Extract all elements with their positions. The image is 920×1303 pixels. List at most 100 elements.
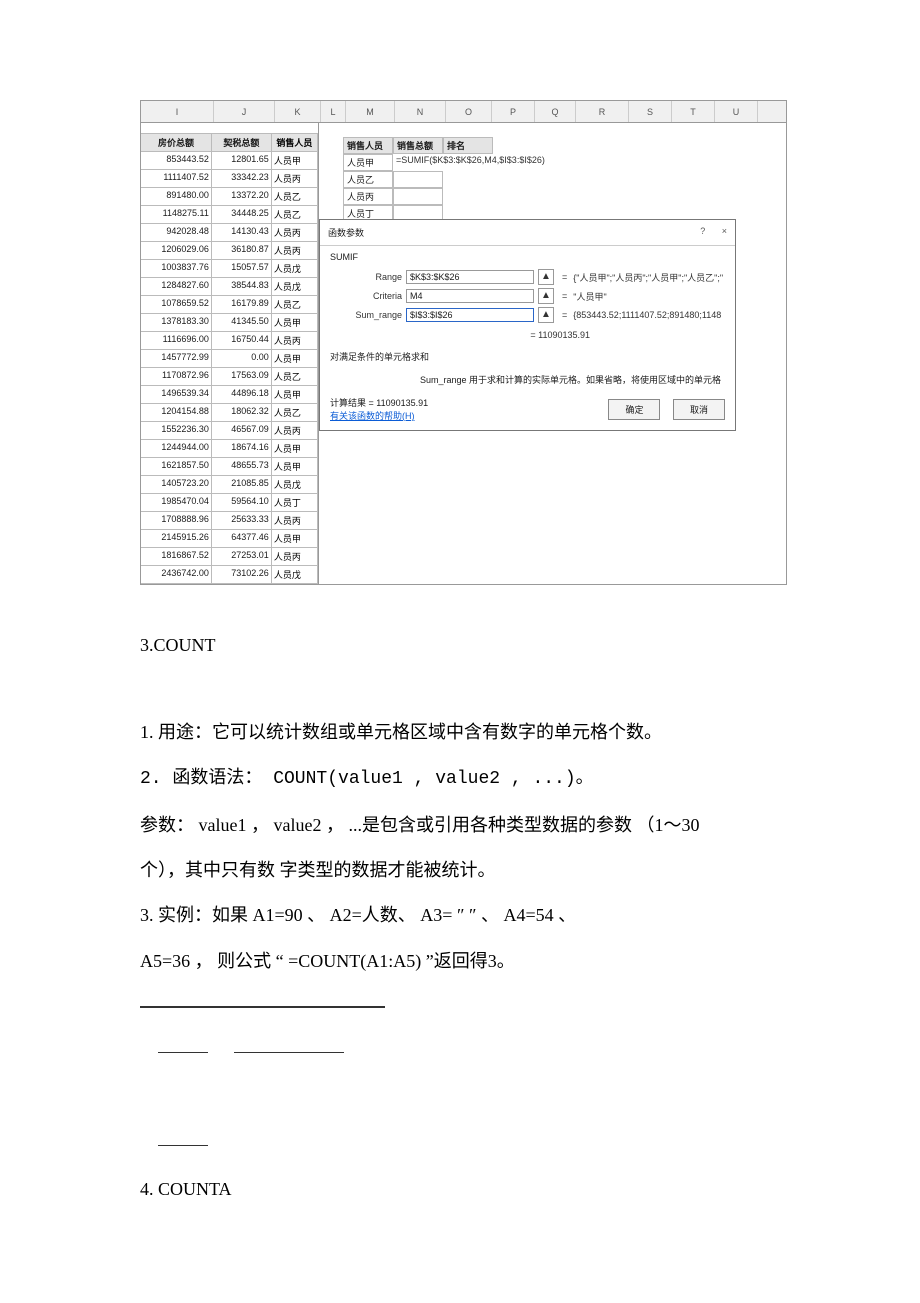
cell-tax[interactable]: 0.00	[212, 350, 272, 367]
field-label: Range	[330, 272, 402, 282]
field-label: Criteria	[330, 291, 402, 301]
cell-tax[interactable]: 18062.32	[212, 404, 272, 421]
cell-tax[interactable]: 16179.89	[212, 296, 272, 313]
cell-person[interactable]: 人员戊	[272, 566, 318, 583]
help-icon[interactable]: ?	[700, 226, 705, 236]
summary-cell[interactable]: 人员丙	[343, 188, 393, 205]
col-header: I	[141, 101, 214, 122]
cell-tax[interactable]: 27253.01	[212, 548, 272, 565]
cell-person[interactable]: 人员乙	[272, 188, 318, 205]
range-picker-icon[interactable]: ▲	[538, 288, 554, 304]
table-row: 2145915.2664377.46人员甲	[141, 530, 318, 548]
cell-person[interactable]: 人员丙	[272, 332, 318, 349]
cell-person[interactable]: 人员甲	[272, 530, 318, 547]
cell-amount[interactable]: 1621857.50	[141, 458, 212, 475]
cell-person[interactable]: 人员丙	[272, 422, 318, 439]
cell-person[interactable]: 人员乙	[272, 296, 318, 313]
col-header: U	[715, 101, 758, 122]
summary-cell[interactable]	[393, 171, 443, 188]
cell-tax[interactable]: 33342.23	[212, 170, 272, 187]
cell-person[interactable]: 人员乙	[272, 404, 318, 421]
cell-amount[interactable]: 1116696.00	[141, 332, 212, 349]
cell-tax[interactable]: 48655.73	[212, 458, 272, 475]
cell-tax[interactable]: 64377.46	[212, 530, 272, 547]
range-input[interactable]: $K$3:$K$26	[406, 270, 534, 284]
cell-amount[interactable]: 891480.00	[141, 188, 212, 205]
cell-amount[interactable]: 2145915.26	[141, 530, 212, 547]
ok-button[interactable]: 确定	[608, 399, 660, 420]
cell-person[interactable]: 人员戊	[272, 476, 318, 493]
cell-tax[interactable]: 46567.09	[212, 422, 272, 439]
cell-tax[interactable]: 18674.16	[212, 440, 272, 457]
cell-tax[interactable]: 34448.25	[212, 206, 272, 223]
col-header: N	[395, 101, 446, 122]
cell-amount[interactable]: 1244944.00	[141, 440, 212, 457]
cell-amount[interactable]: 1985470.04	[141, 494, 212, 511]
cell-person[interactable]: 人员丙	[272, 224, 318, 241]
cell-amount[interactable]: 1204154.88	[141, 404, 212, 421]
cell-amount[interactable]: 1552236.30	[141, 422, 212, 439]
heading-count: 3.COUNT	[140, 625, 780, 666]
range-picker-icon[interactable]: ▲	[538, 307, 554, 323]
cell-tax[interactable]: 41345.50	[212, 314, 272, 331]
cell-tax[interactable]: 25633.33	[212, 512, 272, 529]
range-picker-icon[interactable]: ▲	[538, 269, 554, 285]
cell-amount[interactable]: 1003837.76	[141, 260, 212, 277]
cell-amount[interactable]: 1405723.20	[141, 476, 212, 493]
cell-person[interactable]: 人员甲	[272, 440, 318, 457]
sum-range-input[interactable]: $I$3:$I$26	[406, 308, 534, 322]
cell-amount[interactable]: 1170872.96	[141, 368, 212, 385]
cell-tax[interactable]: 59564.10	[212, 494, 272, 511]
cell-person[interactable]: 人员丙	[272, 548, 318, 565]
cell-tax[interactable]: 44896.18	[212, 386, 272, 403]
close-icon[interactable]: ×	[722, 226, 727, 236]
cell-tax[interactable]: 36180.87	[212, 242, 272, 259]
cell-amount[interactable]: 1206029.06	[141, 242, 212, 259]
cell-tax[interactable]: 13372.20	[212, 188, 272, 205]
cell-amount[interactable]: 1708888.96	[141, 512, 212, 529]
cell-amount[interactable]: 853443.52	[141, 152, 212, 169]
cell-amount[interactable]: 2436742.00	[141, 566, 212, 583]
summary-cell[interactable]: 人员甲	[343, 154, 393, 171]
cell-person[interactable]: 人员乙	[272, 206, 318, 223]
criteria-input[interactable]: M4	[406, 289, 534, 303]
cell-tax[interactable]: 17563.09	[212, 368, 272, 385]
cell-person[interactable]: 人员戊	[272, 278, 318, 295]
cell-person[interactable]: 人员丙	[272, 170, 318, 187]
cell-tax[interactable]: 73102.26	[212, 566, 272, 583]
dialog-desc1: 对满足条件的单元格求和	[320, 344, 735, 369]
cell-person[interactable]: 人员丁	[272, 494, 318, 511]
cell-amount[interactable]: 1111407.52	[141, 170, 212, 187]
cell-tax[interactable]: 14130.43	[212, 224, 272, 241]
cell-person[interactable]: 人员乙	[272, 368, 318, 385]
cell-person[interactable]: 人员戊	[272, 260, 318, 277]
cell-tax[interactable]: 16750.44	[212, 332, 272, 349]
cell-amount[interactable]: 1148275.11	[141, 206, 212, 223]
cell-person[interactable]: 人员甲	[272, 386, 318, 403]
cell-tax[interactable]: 21085.85	[212, 476, 272, 493]
summary-cell[interactable]: 人员乙	[343, 171, 393, 188]
cell-amount[interactable]: 942028.48	[141, 224, 212, 241]
cell-person[interactable]: 人员丙	[272, 512, 318, 529]
col-header: L	[321, 101, 346, 122]
cell-amount[interactable]: 1457772.99	[141, 350, 212, 367]
cell-tax[interactable]: 15057.57	[212, 260, 272, 277]
cell-person[interactable]: 人员甲	[272, 458, 318, 475]
cell-person[interactable]: 人员甲	[272, 152, 318, 169]
cell-amount[interactable]: 1284827.60	[141, 278, 212, 295]
cell-amount[interactable]: 1496539.34	[141, 386, 212, 403]
cell-amount[interactable]: 1378183.30	[141, 314, 212, 331]
summary-cell[interactable]	[393, 188, 443, 205]
cell-person[interactable]: 人员丙	[272, 242, 318, 259]
cell-person[interactable]: 人员甲	[272, 350, 318, 367]
cancel-button[interactable]: 取消	[673, 399, 725, 420]
cell-tax[interactable]: 38544.83	[212, 278, 272, 295]
field-range: Range $K$3:$K$26 ▲ = {"人员甲";"人员丙";"人员甲";…	[330, 269, 725, 285]
function-help-link[interactable]: 有关该函数的帮助(H)	[330, 411, 415, 421]
cell-tax[interactable]: 12801.65	[212, 152, 272, 169]
cell-amount[interactable]: 1078659.52	[141, 296, 212, 313]
table-row: 1405723.2021085.85人员戊	[141, 476, 318, 494]
table-row: 942028.4814130.43人员丙	[141, 224, 318, 242]
cell-amount[interactable]: 1816867.52	[141, 548, 212, 565]
cell-person[interactable]: 人员甲	[272, 314, 318, 331]
